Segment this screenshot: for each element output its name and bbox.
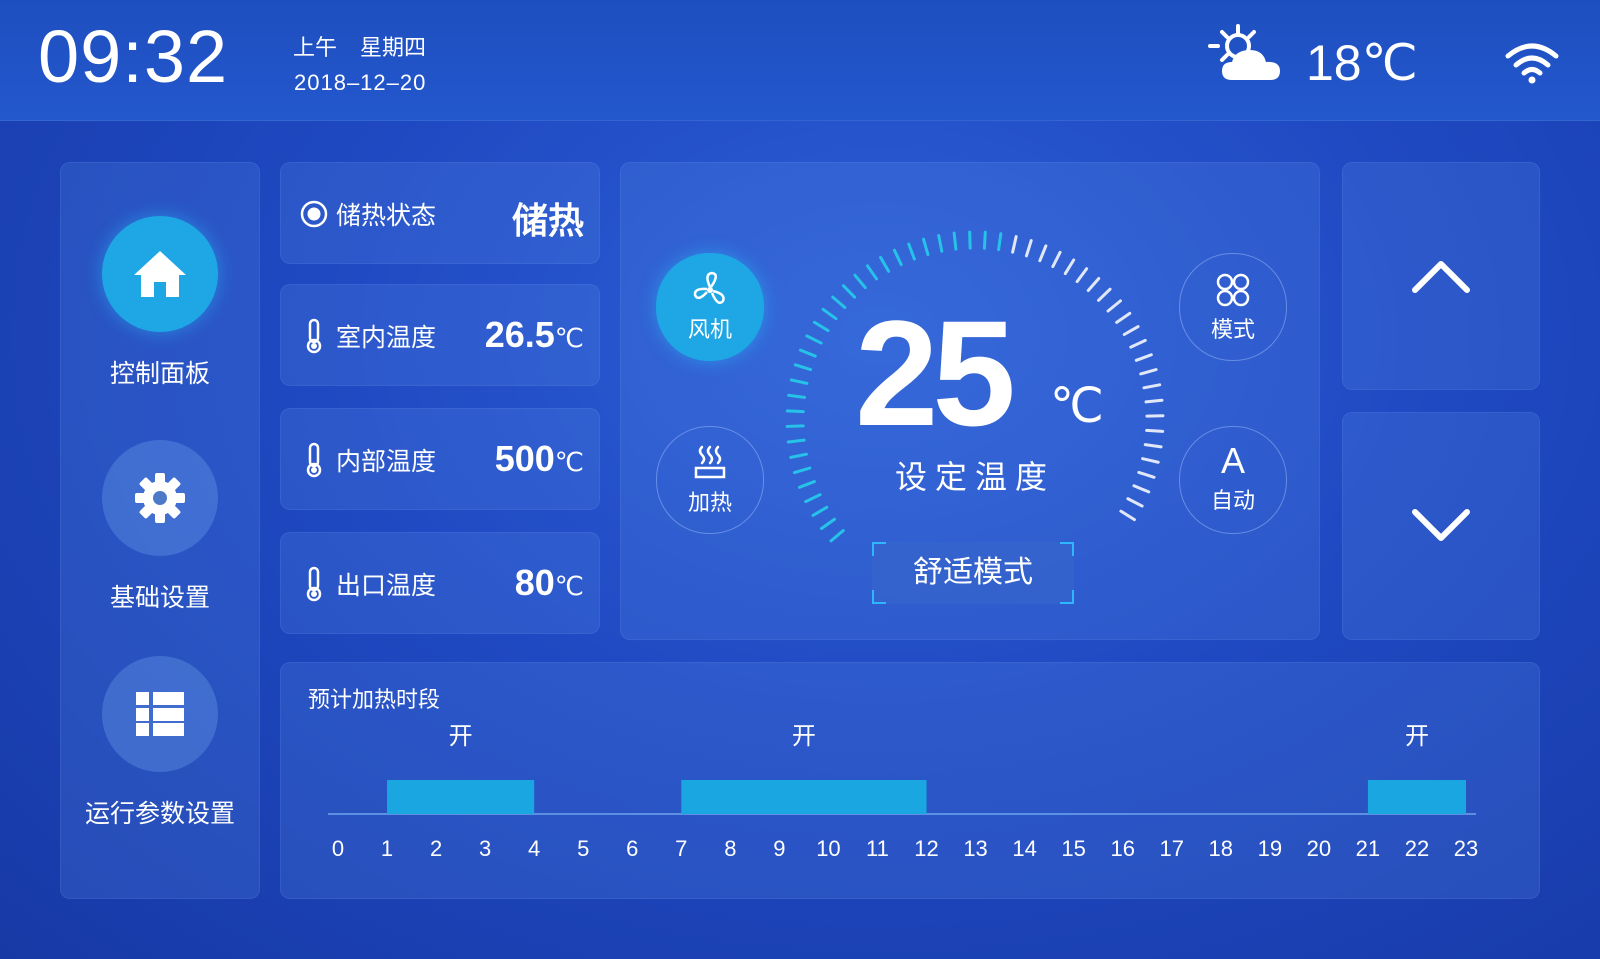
hour-tick-label: 3 <box>479 836 491 861</box>
temp-up-button[interactable] <box>1342 162 1540 390</box>
hour-tick-label: 22 <box>1405 836 1429 861</box>
stat-value: 80℃ <box>514 562 584 603</box>
fan-label: 风机 <box>687 318 732 343</box>
stat-label: 出口温度 <box>336 571 437 600</box>
weekday: 星期四 <box>360 36 427 61</box>
auto-button[interactable]: A 自动 <box>1179 426 1287 534</box>
temp-down-button[interactable] <box>1342 412 1540 640</box>
hour-tick-label: 6 <box>626 836 638 861</box>
setpoint-unit: ℃ <box>1050 380 1104 433</box>
nav-label: 控制面板 <box>109 359 210 388</box>
stat-value: 500℃ <box>494 438 584 479</box>
heat-icon <box>694 445 726 479</box>
thermometer-icon <box>306 442 322 478</box>
setpoint-value: 25 <box>855 289 1016 457</box>
partly-cloudy-icon <box>1208 24 1280 80</box>
hour-tick-label: 1 <box>381 836 393 861</box>
nav-item-basic-settings[interactable]: 基础设置 <box>60 440 260 614</box>
nav-label: 运行参数设置 <box>84 799 235 828</box>
mode-grid-icon <box>1216 273 1250 307</box>
chevron-up-icon <box>1412 261 1470 293</box>
stat-label: 储热状态 <box>336 201 437 230</box>
radio-dot-icon <box>300 200 328 228</box>
hour-tick-label: 19 <box>1258 836 1282 861</box>
date: 2018–12–20 <box>294 70 427 95</box>
stat-label: 室内温度 <box>336 323 437 352</box>
params-button[interactable] <box>102 656 218 772</box>
hour-tick-label: 0 <box>332 836 344 861</box>
heating-period-label: 开 <box>449 722 473 750</box>
hour-tick-label: 2 <box>430 836 442 861</box>
mode-label: 模式 <box>1210 318 1255 343</box>
heat-label: 加热 <box>687 491 732 516</box>
list-grid-icon <box>136 692 184 736</box>
setpoint-label: 设定温度 <box>895 458 1056 496</box>
heating-period-bar[interactable] <box>1367 780 1466 814</box>
hour-tick-label: 21 <box>1356 836 1380 861</box>
stat-value: 26.5℃ <box>484 314 584 355</box>
hour-tick-label: 7 <box>675 836 687 861</box>
home-icon <box>134 251 186 297</box>
thermometer-icon <box>306 566 322 602</box>
heat-button[interactable]: 加热 <box>656 426 764 534</box>
home-button[interactable] <box>102 216 218 332</box>
stat-card-storage-status: 储热状态 储热 <box>280 162 600 264</box>
outdoor-temperature: 18℃ <box>1306 35 1418 91</box>
hour-tick-label: 11 <box>866 836 889 861</box>
hour-tick-label: 9 <box>773 836 785 861</box>
stat-card-internal-temp: 内部温度 500℃ <box>280 408 600 510</box>
hour-tick-label: 5 <box>577 836 589 861</box>
schedule-timeline: 0 1 2 3 4 5 6 7 8 9 10 11 12 13 14 15 16 17 18 19 20 21 22 23开开… <box>328 722 1478 861</box>
comfort-mode-label: 舒适模式 <box>913 555 1033 590</box>
comfort-mode-button[interactable]: 舒适模式 <box>872 542 1074 604</box>
thermometer-icon <box>306 318 322 354</box>
auto-letter: A <box>1220 440 1245 481</box>
hour-tick-label: 17 <box>1159 836 1183 861</box>
chevron-down-icon <box>1412 509 1470 541</box>
hour-tick-label: 13 <box>963 836 987 861</box>
stat-value: 储热 <box>511 200 584 241</box>
fan-button[interactable]: 风机 <box>656 253 764 361</box>
hour-tick-label: 4 <box>528 836 540 861</box>
hour-tick-label: 20 <box>1307 836 1331 861</box>
stat-card-outlet-temp: 出口温度 80℃ <box>280 532 600 634</box>
nav-item-run-params[interactable]: 运行参数设置 <box>60 656 260 830</box>
stat-card-indoor-temp: 室内温度 26.5℃ <box>280 284 600 386</box>
hour-tick-label: 14 <box>1012 836 1036 861</box>
nav-item-control-panel[interactable]: 控制面板 <box>60 216 260 390</box>
mode-button[interactable]: 模式 <box>1179 253 1287 361</box>
heating-schedule: 预计加热时段 0 1 2 3 4 5 6 7 8 9 10 11 12 13 14 15 16 17 18 19 20 2… <box>280 662 1540 899</box>
hour-tick-label: 23 <box>1454 836 1478 861</box>
fan-icon <box>693 271 725 304</box>
am-pm: 上午 <box>293 36 338 61</box>
hour-tick-label: 18 <box>1209 836 1233 861</box>
hour-tick-label: 16 <box>1110 836 1134 861</box>
clock-time: 09:32 <box>38 15 229 98</box>
hour-tick-label: 12 <box>914 836 938 861</box>
status-bar: 09:32 上午 星期四 2018–12–20 18℃ <box>0 0 1600 121</box>
heating-period-bar[interactable] <box>387 780 535 814</box>
wifi-icon[interactable] <box>1505 42 1559 84</box>
hour-tick-label: 10 <box>816 836 840 861</box>
heating-period-bar[interactable] <box>681 780 927 814</box>
gear-icon <box>135 473 185 523</box>
hour-tick-label: 15 <box>1061 836 1085 861</box>
heating-period-label: 开 <box>1405 722 1429 750</box>
auto-label: 自动 <box>1210 488 1255 514</box>
settings-button[interactable] <box>102 440 218 556</box>
nav-label: 基础设置 <box>109 583 210 612</box>
stat-label: 内部温度 <box>336 447 437 476</box>
heating-period-label: 开 <box>792 722 816 750</box>
hour-tick-label: 8 <box>724 836 736 861</box>
sidebar-nav: 控制面板 基础设置 运行参数设置 <box>60 162 260 899</box>
